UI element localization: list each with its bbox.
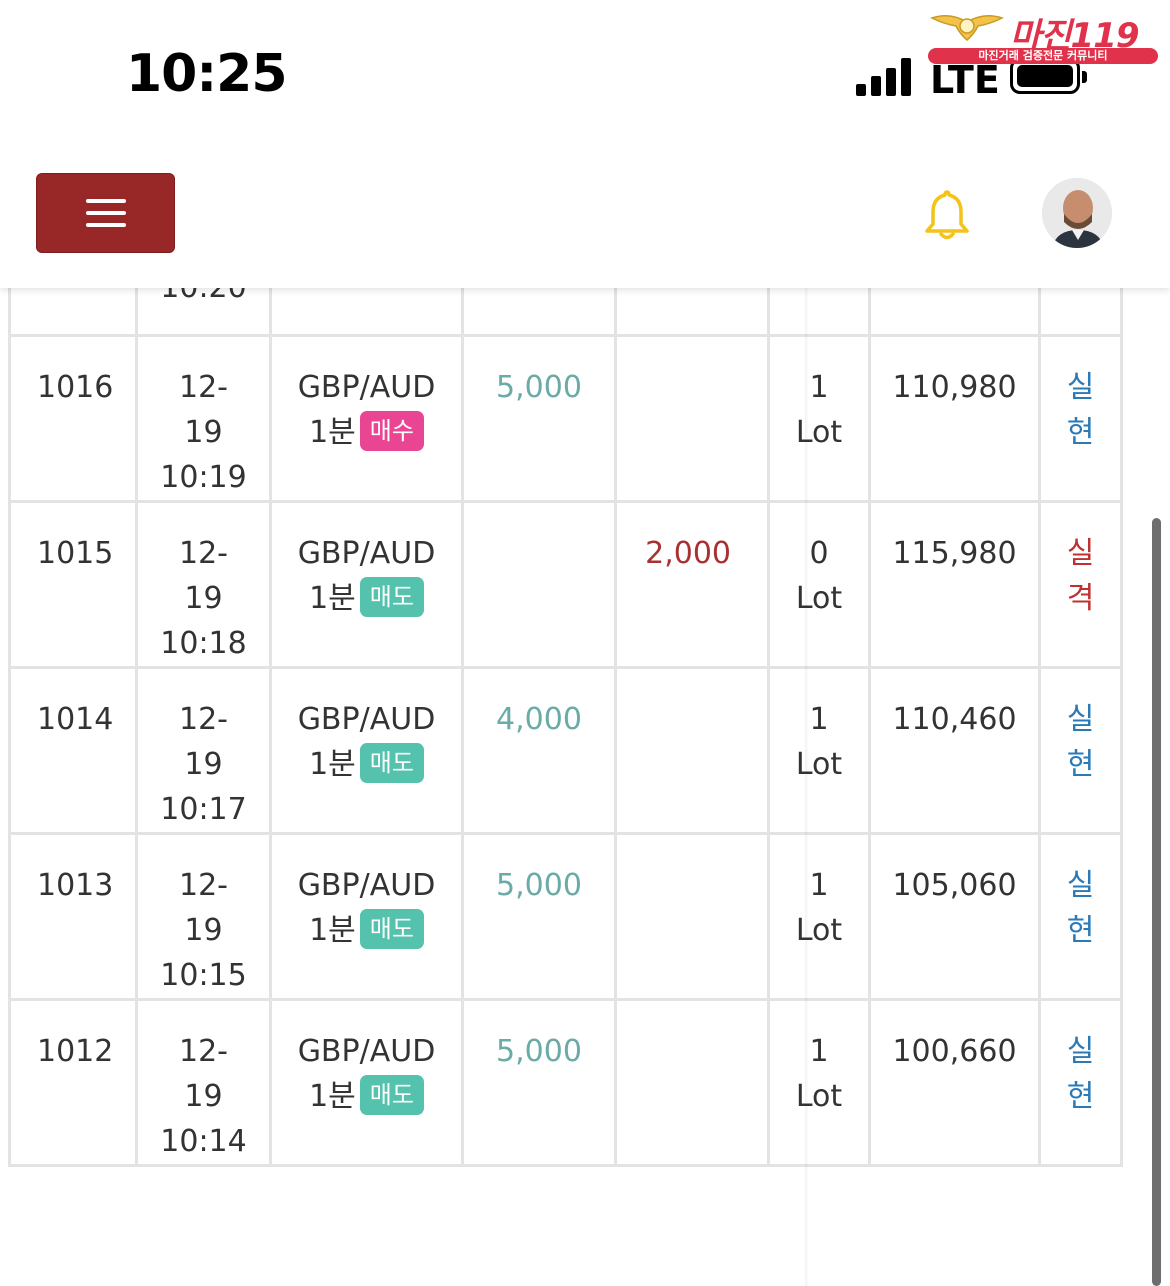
table-row: 1015 12- 19 10:18 GBP/AUD 1분 매도 2,000 0 L… <box>8 500 1123 669</box>
balance: 105,060 <box>868 832 1041 1001</box>
watermark-logo: 마진119 마진거래 검증전문 커뮤니티 <box>924 6 1160 64</box>
result-label: 실 현 <box>1038 334 1123 503</box>
table-row: 1014 12- 19 10:17 GBP/AUD 1분 매도 4,000 1 L… <box>8 666 1123 835</box>
status-clock: 10:25 <box>126 44 288 104</box>
network-label: LTE <box>930 58 1000 102</box>
loss-amount <box>614 666 770 835</box>
lot-size: 1 Lot <box>767 334 871 503</box>
bell-icon[interactable] <box>920 188 974 244</box>
side-badge-sell: 매도 <box>359 1074 424 1115</box>
trade-symbol: GBP/AUD 1분 매도 <box>269 500 464 669</box>
loss-amount <box>614 998 770 1167</box>
lot-size: 0 Lot <box>767 500 871 669</box>
hamburger-icon <box>86 199 126 203</box>
profit-amount: 5,000 <box>461 832 617 1001</box>
trade-id: 1016 <box>8 334 138 503</box>
lot-size: 1 Lot <box>767 832 871 1001</box>
result-label: 실 격 <box>1038 500 1123 669</box>
balance: 100,660 <box>868 998 1041 1167</box>
trade-period: 1분 <box>309 415 356 450</box>
trade-datetime: 12- 19 10:17 <box>135 666 272 835</box>
trade-id: 1012 <box>8 998 138 1167</box>
trade-period: 1분 <box>309 581 356 616</box>
profit-amount: 4,000 <box>461 666 617 835</box>
side-badge-buy: 매수 <box>359 410 424 451</box>
trade-id: 1013 <box>8 832 138 1001</box>
result-label: 실 현 <box>1038 832 1123 1001</box>
trade-period: 1분 <box>309 913 356 948</box>
user-avatar[interactable] <box>1042 178 1112 248</box>
loss-amount <box>614 832 770 1001</box>
table-row: 1012 12- 19 10:14 GBP/AUD 1분 매도 5,000 1 L… <box>8 998 1123 1167</box>
profit-amount: 5,000 <box>461 998 617 1167</box>
trade-history-table-container[interactable]: 10:20 1016 12- 19 10:19 GBP/AUD 1분매수 5,0… <box>0 288 1170 1286</box>
balance: 110,980 <box>868 334 1041 503</box>
side-badge-sell: 매도 <box>359 908 424 949</box>
trade-period: 1분 <box>309 747 356 782</box>
trade-datetime: 12- 19 10:15 <box>135 832 272 1001</box>
trade-symbol: GBP/AUD 1분 매도 <box>269 998 464 1167</box>
result-label: 실 현 <box>1038 666 1123 835</box>
trade-id: 1014 <box>8 666 138 835</box>
lot-size: 1 Lot <box>767 998 871 1167</box>
result-label: 실 현 <box>1038 998 1123 1167</box>
trade-id: 1015 <box>8 500 138 669</box>
table-row: 1013 12- 19 10:15 GBP/AUD 1분 매도 5,000 1 L… <box>8 832 1123 1001</box>
trade-datetime: 12- 19 10:14 <box>135 998 272 1167</box>
table-row: 10:20 <box>8 288 1123 337</box>
trade-history-table: 10:20 1016 12- 19 10:19 GBP/AUD 1분매수 5,0… <box>8 288 1123 1167</box>
menu-button[interactable] <box>36 173 175 253</box>
table-row: 1016 12- 19 10:19 GBP/AUD 1분 매수 5,000 1 L… <box>8 334 1123 503</box>
trade-symbol: GBP/AUD 1분 매수 <box>269 334 464 503</box>
vertical-scrollbar[interactable] <box>1152 518 1161 1286</box>
side-badge-sell: 매도 <box>359 742 424 783</box>
eagle-emblem-icon <box>930 15 1004 41</box>
lot-size: 1 Lot <box>767 666 871 835</box>
row-time: 10:20 <box>138 288 269 310</box>
avatar-icon <box>1042 178 1112 248</box>
balance: 115,980 <box>868 500 1041 669</box>
trade-datetime: 12- 19 10:18 <box>135 500 272 669</box>
balance: 110,460 <box>868 666 1041 835</box>
app-header <box>0 130 1170 288</box>
trade-symbol: GBP/AUD 1분 매도 <box>269 832 464 1001</box>
loss-amount <box>614 334 770 503</box>
cellular-signal-icon <box>856 58 916 96</box>
profit-amount: 5,000 <box>461 334 617 503</box>
trade-datetime: 12- 19 10:19 <box>135 334 272 503</box>
side-badge-sell: 매도 <box>359 576 424 617</box>
trade-symbol: GBP/AUD 1분 매도 <box>269 666 464 835</box>
trade-period: 1분 <box>309 1079 356 1114</box>
horizontal-scroll-seam <box>805 288 809 1286</box>
watermark-tagline: 마진거래 검증전문 커뮤니티 <box>928 48 1158 64</box>
profit-amount <box>461 500 617 669</box>
loss-amount: 2,000 <box>614 500 770 669</box>
